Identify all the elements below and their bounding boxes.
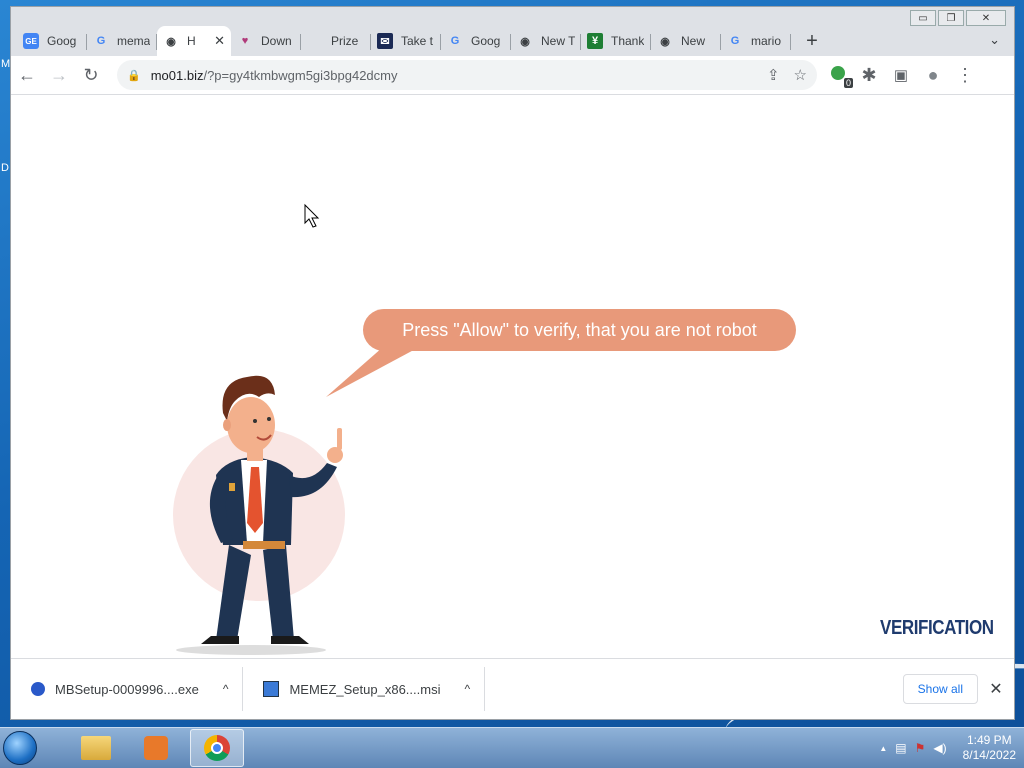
start-button[interactable] xyxy=(0,728,40,768)
address-bar[interactable]: 🔒 mo01.biz/?p=gy4tkmbwgm5gi3bpg42dcmy ⇪ … xyxy=(117,60,817,90)
google-earth-icon: GE xyxy=(23,33,39,49)
chrome-icon: ◉ xyxy=(520,35,530,48)
globe-icon: ◉ xyxy=(166,35,176,48)
download-item[interactable]: MBSetup-0009996....exe ^ xyxy=(11,667,244,711)
url-host: mo01.biz xyxy=(150,67,204,83)
puzzle-icon[interactable]: ✱ xyxy=(857,59,881,91)
tab-active[interactable]: ◉ H ✕ xyxy=(157,26,231,56)
toolbar: ← → ↻ 🔒 mo01.biz/?p=gy4tkmbwgm5gi3bpg42d… xyxy=(11,56,1014,95)
volume-icon[interactable]: ◀) xyxy=(933,741,946,755)
close-download-bar-button[interactable]: ✕ xyxy=(978,679,1014,699)
tab-label: mario xyxy=(751,34,782,48)
tab[interactable]: GE Goog xyxy=(17,26,87,56)
chrome-icon xyxy=(204,735,230,761)
tab-label: Prize xyxy=(331,34,359,48)
scam-illustration xyxy=(173,203,423,655)
tab-label: Goog xyxy=(47,34,77,48)
tab-label: mema xyxy=(117,34,151,48)
bookmark-icon: ¥ xyxy=(587,33,603,49)
back-button[interactable]: ← xyxy=(11,59,43,91)
media-player-icon xyxy=(144,736,168,760)
url-path: /?p=gy4tkmbwgm5gi3bpg42dcmy xyxy=(203,67,398,83)
verification-prompt: Press "Allow" to verify, that you are no… xyxy=(363,309,796,351)
mail-icon: ✉ xyxy=(377,33,393,49)
extensions-area: 0 ✱ ▣ ● ⋮ xyxy=(831,59,977,91)
tab[interactable]: ◉ New xyxy=(651,26,721,56)
forward-button[interactable]: → xyxy=(43,59,75,91)
chrome-taskbar-button[interactable] xyxy=(190,729,244,767)
chevron-up-icon[interactable]: ^ xyxy=(464,682,470,696)
character-shadow xyxy=(176,645,326,655)
extension-badge: 0 xyxy=(843,78,853,88)
download-filename: MBSetup-0009996....exe xyxy=(55,681,199,697)
clock-time: 1:49 PM xyxy=(966,733,1012,747)
clock[interactable]: 1:49 PM 8/14/2022 xyxy=(963,733,1016,763)
side-panel-icon[interactable]: ▣ xyxy=(889,59,913,91)
url-text[interactable]: mo01.biz/?p=gy4tkmbwgm5gi3bpg42dcmy xyxy=(151,68,398,83)
download-bar: MBSetup-0009996....exe ^ MEMEZ_Setup_x86… xyxy=(11,658,1014,719)
tab[interactable]: ◉ New T xyxy=(511,26,581,56)
installer-icon xyxy=(263,681,280,697)
desktop-icon-label[interactable]: M xyxy=(1,58,10,70)
blank-icon xyxy=(307,33,323,49)
tab-label: Down xyxy=(261,34,292,48)
windows-orb-icon xyxy=(3,731,37,765)
extension-icon[interactable]: 0 xyxy=(831,66,853,88)
lock-icon[interactable]: 🔒 xyxy=(127,69,141,82)
google-icon: G xyxy=(730,35,740,47)
action-center-icon[interactable]: ⚑ xyxy=(915,741,926,755)
verification-heading: VERIFICATION xyxy=(880,617,994,639)
taskbar: ▲ ▤ ⚑ ◀) 1:49 PM 8/14/2022 xyxy=(0,727,1024,768)
google-icon: G xyxy=(96,35,106,47)
page-content: Press "Allow" to verify, that you are no… xyxy=(11,95,1014,658)
download-filename: MEMEZ_Setup_x86....msi xyxy=(289,681,441,697)
tab-search-button[interactable]: ⌄ xyxy=(989,32,1000,48)
tab-label: H xyxy=(187,34,196,48)
google-icon: G xyxy=(450,35,460,47)
show-all-button[interactable]: Show all xyxy=(902,674,978,704)
tab[interactable]: Gmario xyxy=(721,26,791,56)
show-hidden-icons-button[interactable]: ▲ xyxy=(879,744,887,753)
desktop-icon-label[interactable]: D xyxy=(1,162,9,174)
download-item[interactable]: MEMEZ_Setup_x86....msi ^ xyxy=(243,667,486,711)
tab[interactable]: Prize xyxy=(301,26,371,56)
explorer-icon xyxy=(81,736,111,760)
reload-button[interactable]: ↻ xyxy=(75,59,107,91)
mouse-cursor xyxy=(304,203,320,228)
profile-icon[interactable]: ● xyxy=(921,59,945,91)
share-icon[interactable]: ⇪ xyxy=(767,66,780,84)
tab-label: Goog xyxy=(471,34,501,48)
close-tab-icon[interactable]: ✕ xyxy=(214,33,225,49)
tab[interactable]: ¥ Thank xyxy=(581,26,651,56)
new-tab-button[interactable]: + xyxy=(797,26,827,56)
menu-icon[interactable]: ⋮ xyxy=(953,59,977,91)
bookmark-star-icon[interactable]: ☆ xyxy=(794,66,807,84)
chrome-window: ▭ ❐ ✕ GE Goog Gmema ◉ H ✕ ♥ Down Prize ✉ Take… xyxy=(10,6,1015,720)
tab-label: New xyxy=(681,34,706,48)
explorer-taskbar-button[interactable] xyxy=(70,730,122,766)
tab[interactable]: ✉ Take t xyxy=(371,26,441,56)
tab[interactable]: G Goog xyxy=(441,26,511,56)
malwarebytes-icon xyxy=(31,682,45,696)
chevron-up-icon[interactable]: ^ xyxy=(223,682,229,696)
chrome-icon: ◉ xyxy=(660,35,670,48)
network-icon[interactable]: ▤ xyxy=(895,741,906,755)
clock-date: 8/14/2022 xyxy=(962,748,1016,762)
tab-label: New T xyxy=(541,34,575,48)
tab-label: Take t xyxy=(401,34,434,48)
tab[interactable]: ♥ Down xyxy=(231,26,301,56)
heart-icon: ♥ xyxy=(241,35,249,47)
media-player-taskbar-button[interactable] xyxy=(130,730,182,766)
tab-label: Thank xyxy=(611,34,645,48)
tab[interactable]: Gmema xyxy=(87,26,157,56)
tab-strip: GE Goog Gmema ◉ H ✕ ♥ Down Prize ✉ Take t G Go… xyxy=(17,24,1008,56)
system-tray: ▲ ▤ ⚑ ◀) 1:49 PM 8/14/2022 xyxy=(879,733,1024,763)
